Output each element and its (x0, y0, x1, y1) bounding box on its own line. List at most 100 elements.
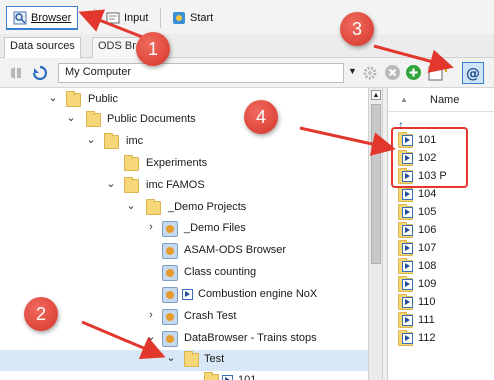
list-item-label: 107 (418, 242, 437, 254)
list-item[interactable]: 104 (388, 186, 494, 205)
tab-label: Start (190, 12, 214, 24)
channel-icon (182, 289, 193, 300)
tab-start[interactable]: Start (166, 6, 219, 30)
list-item-label: 106 (418, 224, 437, 236)
channel-icon (222, 375, 233, 380)
tree-item-asam-ods-browser[interactable]: ASAM-ODS Browser (0, 241, 368, 262)
refresh-icon[interactable] (32, 65, 48, 81)
tree-item-label: Test (204, 353, 225, 365)
chevron-down-icon[interactable]: ▼ (348, 66, 357, 76)
tab-browser[interactable]: Browser (6, 6, 79, 30)
folder-icon (124, 155, 139, 171)
browser-toolbar: My Computer ▼ @ (0, 58, 494, 88)
tree-item-databrowser-trains[interactable]: ⌄ DataBrowser - Trains stops (0, 329, 368, 350)
sort-up-icon: ▲ (400, 95, 408, 104)
folder-icon (204, 372, 219, 380)
list-item-label: 105 (418, 206, 437, 218)
tree-item-experiments[interactable]: Experiments (0, 154, 368, 175)
folder-icon (146, 199, 161, 215)
channel-icon (402, 315, 413, 326)
channel-icon (402, 189, 413, 200)
stop-icon[interactable] (385, 65, 400, 80)
tree-item-public[interactable]: ⌄ Public (0, 90, 368, 111)
list-item-label: 112 (418, 332, 436, 344)
tab-data-sources[interactable]: Data sources (4, 37, 81, 58)
chevron-down-icon[interactable]: ⌄ (126, 201, 136, 212)
list-header[interactable]: ▲ Name (388, 88, 494, 112)
at-sign-button[interactable]: @ (462, 62, 484, 84)
callout-badge-4: 4 (244, 100, 278, 134)
tab-separator (160, 8, 161, 28)
callout-badge-1: 1 (136, 32, 170, 66)
database-icon (162, 265, 178, 281)
folder-icon (104, 133, 119, 149)
new-item-icon[interactable] (428, 64, 448, 82)
scroll-up-button[interactable]: ▲ (371, 90, 381, 100)
chevron-down-icon[interactable]: ⌄ (146, 332, 156, 343)
callout-badge-3: 3 (340, 12, 374, 46)
tab-label: Browser (31, 11, 72, 24)
chevron-down-icon[interactable]: ⌄ (86, 135, 96, 146)
channel-icon (402, 297, 413, 308)
chevron-down-icon[interactable]: ⌄ (106, 179, 116, 190)
chevron-right-icon[interactable]: › (146, 222, 156, 233)
main-tab-strip: Browser Input Start (0, 0, 494, 34)
tree-item-imc[interactable]: ⌄ imc (0, 132, 368, 153)
chevron-down-icon[interactable]: ⌄ (66, 113, 76, 124)
tree-item-test[interactable]: ⌄ Test (0, 350, 368, 371)
folder-icon (66, 91, 81, 107)
chevron-down-icon[interactable]: ⌄ (166, 353, 176, 364)
callout-badge-2: 2 (24, 297, 58, 331)
tree-item-demo-files[interactable]: › _Demo Files (0, 219, 368, 240)
tree-item-imc-famos[interactable]: ⌄ imc FAMOS (0, 176, 368, 197)
tree-item-combustion-engine[interactable]: Combustion engine NoX (0, 285, 368, 306)
database-icon (162, 243, 178, 259)
back-icon[interactable] (8, 65, 24, 81)
at-sign-icon: @ (466, 66, 480, 82)
list-item[interactable]: 107 (388, 240, 494, 259)
tree-item-label: DataBrowser - Trains stops (184, 332, 317, 344)
list-item[interactable]: 105 (388, 204, 494, 223)
folder-tree[interactable]: ⌄ Public ⌄ Public Documents ⌄ imc Experi… (0, 88, 368, 380)
folder-icon (86, 111, 101, 127)
list-item-label: 104 (418, 188, 437, 200)
tab-input[interactable]: Input (100, 6, 154, 30)
highlight-box (391, 127, 468, 188)
channel-icon (402, 279, 413, 290)
svg-text:@: @ (466, 66, 480, 82)
list-item-label: 108 (418, 260, 437, 272)
tree-item-public-documents[interactable]: ⌄ Public Documents (0, 110, 368, 131)
folder-icon (124, 177, 139, 193)
database-icon (162, 287, 178, 303)
source-tab-strip: Data sources ODS Brow (0, 34, 494, 58)
tree-item-label: Combustion engine NoX (198, 288, 318, 300)
browser-icon (13, 11, 27, 25)
tree-item-label: _Demo Files (184, 222, 246, 234)
list-item[interactable]: 109 (388, 276, 494, 295)
chevron-right-icon[interactable]: › (146, 310, 156, 321)
database-icon (162, 331, 178, 347)
location-combo[interactable]: My Computer (58, 63, 344, 83)
tree-item-class-counting[interactable]: Class counting (0, 263, 368, 284)
list-item[interactable]: 106 (388, 222, 494, 241)
list-item-label: 110 (418, 296, 436, 308)
folder-icon (184, 351, 199, 367)
scroll-thumb[interactable] (371, 104, 381, 264)
list-item[interactable]: 112 (388, 330, 494, 349)
chevron-down-icon[interactable]: ⌄ (48, 93, 58, 104)
settings-icon[interactable] (362, 65, 378, 81)
column-header-name[interactable]: Name (430, 94, 459, 106)
list-item[interactable]: 108 (388, 258, 494, 277)
list-item-label: 109 (418, 278, 437, 290)
list-item-label: 111 (418, 314, 435, 326)
list-item[interactable]: 110 (388, 294, 494, 313)
tree-item-label: Experiments (146, 157, 208, 169)
channel-icon (402, 243, 413, 254)
tree-item-101[interactable]: 101 (0, 371, 368, 380)
tree-item-label: ASAM-ODS Browser (184, 244, 287, 256)
tree-scrollbar[interactable]: ▲ (368, 88, 382, 380)
tree-item-demo-projects[interactable]: ⌄ _Demo Projects (0, 198, 368, 219)
add-icon[interactable] (406, 65, 421, 80)
list-item[interactable]: 111 (388, 312, 494, 331)
tab-separator (94, 8, 95, 28)
